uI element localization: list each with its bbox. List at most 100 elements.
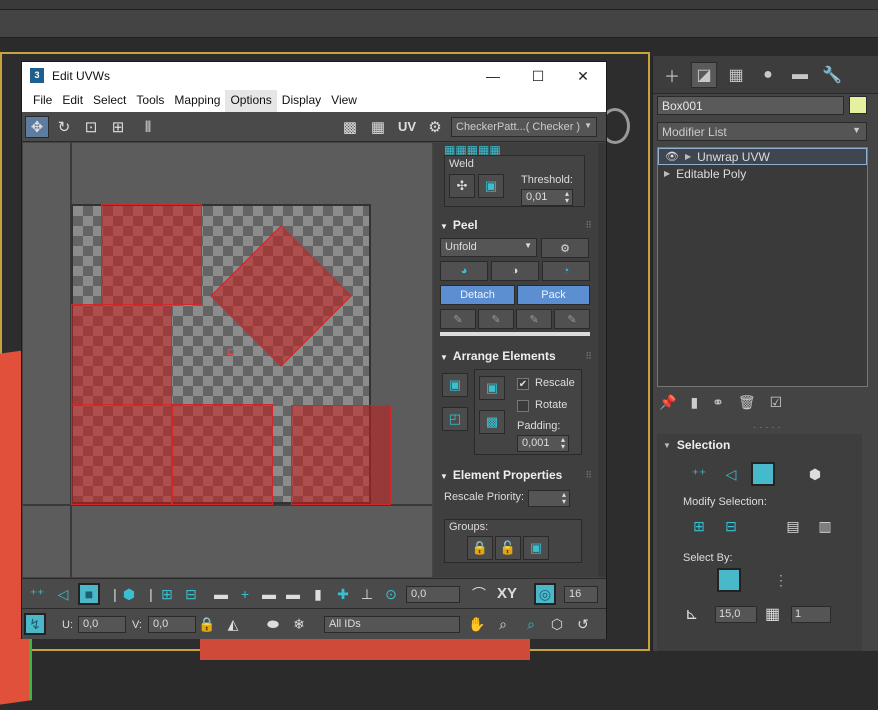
settings-gear-icon[interactable]: ⚙: [423, 116, 447, 138]
v-spinner[interactable]: 0,0: [148, 616, 196, 633]
element-mode-icon[interactable]: ⬢: [118, 583, 140, 605]
configure-sets-icon[interactable]: ☑: [770, 394, 783, 411]
show-end-result-icon[interactable]: ▮: [690, 394, 698, 411]
pin-tool-icon[interactable]: ✎: [440, 309, 476, 329]
uv-shell[interactable]: [71, 404, 172, 505]
menu-edit[interactable]: Edit: [57, 90, 88, 112]
scale-icon[interactable]: ⊡: [79, 116, 103, 138]
select-by-element-icon[interactable]: ⬡: [717, 568, 741, 592]
pack-custom-icon[interactable]: ◰: [442, 407, 468, 431]
grid-size-spinner[interactable]: 16: [564, 586, 598, 603]
ungroup-selected-icon[interactable]: 🔓: [495, 536, 521, 560]
snap-angle-icon[interactable]: ⊙: [380, 583, 402, 605]
grow-selection-icon[interactable]: ⊞: [687, 514, 711, 538]
xy-axis-toggle[interactable]: XY: [497, 585, 517, 602]
reset-peel-icon[interactable]: ◔: [542, 261, 590, 281]
texture-dropdown[interactable]: CheckerPatt...( Checker ) ▼: [451, 117, 597, 137]
align-vertical-icon[interactable]: ⊥: [356, 583, 378, 605]
display-tab-icon[interactable]: ▬: [787, 62, 813, 88]
hierarchy-tab-icon[interactable]: ▦: [723, 62, 749, 88]
uv-editor-canvas[interactable]: [23, 143, 432, 577]
selection-rollout-header[interactable]: ▼ Selection: [657, 434, 862, 456]
menu-mapping[interactable]: Mapping: [169, 90, 225, 112]
expand-triangle-icon[interactable]: ▶: [664, 169, 670, 178]
count-spinner[interactable]: 1: [791, 606, 831, 623]
uv-shell[interactable]: [172, 404, 273, 505]
freeform-icon[interactable]: ⊞: [106, 116, 130, 138]
menu-tools[interactable]: Tools: [131, 90, 169, 112]
utilities-tab-icon[interactable]: 🔧: [819, 62, 845, 88]
uv-shell[interactable]: [101, 204, 202, 305]
rotate-checkbox[interactable]: [517, 400, 529, 412]
pin-stack-icon[interactable]: 📌: [659, 394, 676, 411]
loop-selection-icon[interactable]: ▤: [781, 514, 805, 538]
ring-icon[interactable]: ▬: [258, 583, 280, 605]
expand-triangle-icon[interactable]: ▶: [685, 152, 691, 161]
remove-modifier-icon[interactable]: 🗑: [738, 394, 756, 411]
pin-tool-icon[interactable]: ✎: [554, 309, 590, 329]
object-name-field[interactable]: Box001: [657, 96, 844, 115]
peel-mode-dropdown[interactable]: Unfold ▼: [440, 238, 537, 257]
planar-angle-spinner[interactable]: 15,0: [715, 606, 757, 623]
pack-together-icon[interactable]: ▣: [479, 376, 505, 400]
vertex-mode-icon[interactable]: ⁺⁺: [26, 583, 48, 605]
checker-toggle-icon[interactable]: ▩: [338, 116, 362, 138]
grid-snap-icon[interactable]: ◎: [534, 583, 556, 605]
pan-hand-icon[interactable]: ✋: [466, 613, 488, 635]
padding-spinner[interactable]: 0,001 ▴ ▾: [517, 435, 569, 452]
absolute-offset-icon[interactable]: ↯: [24, 613, 46, 635]
polygon-mode-icon[interactable]: ■: [78, 583, 100, 605]
options-icon[interactable]: ↺: [572, 613, 594, 635]
threshold-spinner[interactable]: 0,01 ▴ ▾: [521, 189, 573, 206]
weld-selected-icon[interactable]: ▣: [478, 174, 504, 198]
element-properties-header[interactable]: ▼ Element Properties: [440, 468, 562, 482]
menu-options[interactable]: Options: [225, 90, 277, 112]
stack-item-editable-poly[interactable]: ▶ Editable Poly: [658, 165, 867, 182]
menu-select[interactable]: Select: [88, 90, 131, 112]
loop-grow-icon[interactable]: +: [234, 583, 256, 605]
object-color-swatch[interactable]: [849, 96, 867, 114]
eye-icon[interactable]: 👁: [665, 150, 679, 163]
lock-icon[interactable]: 🔒: [196, 613, 218, 635]
modifier-list-dropdown[interactable]: Modifier List ▼: [657, 122, 867, 141]
rescale-priority-spinner[interactable]: ▴ ▾: [528, 490, 570, 507]
uv-shell[interactable]: [71, 304, 172, 405]
planar-angle-icon[interactable]: ⊾: [685, 604, 698, 624]
edge-select-icon[interactable]: ◁: [719, 462, 743, 486]
make-unique-icon[interactable]: ⚭: [712, 394, 724, 411]
hide-icon[interactable]: ◭: [222, 613, 244, 635]
ring-selection-icon[interactable]: ▥: [813, 514, 837, 538]
minimize-button[interactable]: —: [478, 65, 508, 87]
detach-button[interactable]: Detach: [440, 285, 515, 305]
menu-display[interactable]: Display: [277, 90, 326, 112]
grid-select-icon[interactable]: ▦: [765, 604, 780, 624]
pin-tool-icon[interactable]: ✎: [516, 309, 552, 329]
quick-peel-icon[interactable]: ◕: [440, 261, 488, 281]
peel-settings-button[interactable]: ⚙: [541, 238, 589, 258]
element-select-icon[interactable]: ⬢: [803, 462, 827, 486]
edge-mode-icon[interactable]: ◁: [52, 583, 74, 605]
uv-label[interactable]: UV: [398, 119, 416, 134]
pack-rescale-icon[interactable]: ▩: [479, 410, 505, 434]
menu-view[interactable]: View: [326, 90, 362, 112]
polygon-select-icon[interactable]: ■: [751, 462, 775, 486]
shrink-selection-icon[interactable]: ⊟: [719, 514, 743, 538]
grow-icon[interactable]: ⊞: [156, 583, 178, 605]
pin-tool-icon[interactable]: ✎: [478, 309, 514, 329]
peel-icon[interactable]: ◑: [491, 261, 539, 281]
vertex-select-icon[interactable]: ⁺⁺: [687, 462, 711, 486]
arrange-rollout-header[interactable]: ▼ Arrange Elements: [440, 349, 556, 363]
u-spinner[interactable]: 0,0: [78, 616, 126, 633]
freeze-icon[interactable]: ❄: [288, 613, 310, 635]
align-horizontal-icon[interactable]: ✚: [332, 583, 354, 605]
uv-shell[interactable]: [291, 405, 391, 505]
show-map-icon[interactable]: ▦: [366, 116, 390, 138]
close-button[interactable]: ✕: [568, 65, 598, 87]
ring-shrink-icon[interactable]: ▬: [282, 583, 304, 605]
title-bar[interactable]: 3 Edit UVWs — ☐ ✕: [22, 62, 606, 90]
menu-file[interactable]: File: [28, 90, 57, 112]
modify-tab-icon[interactable]: ◪: [691, 61, 717, 88]
curve-icon[interactable]: ⌒: [468, 583, 490, 605]
move-icon[interactable]: ✥: [25, 116, 49, 138]
weld-target-icon[interactable]: ✣: [449, 174, 475, 198]
